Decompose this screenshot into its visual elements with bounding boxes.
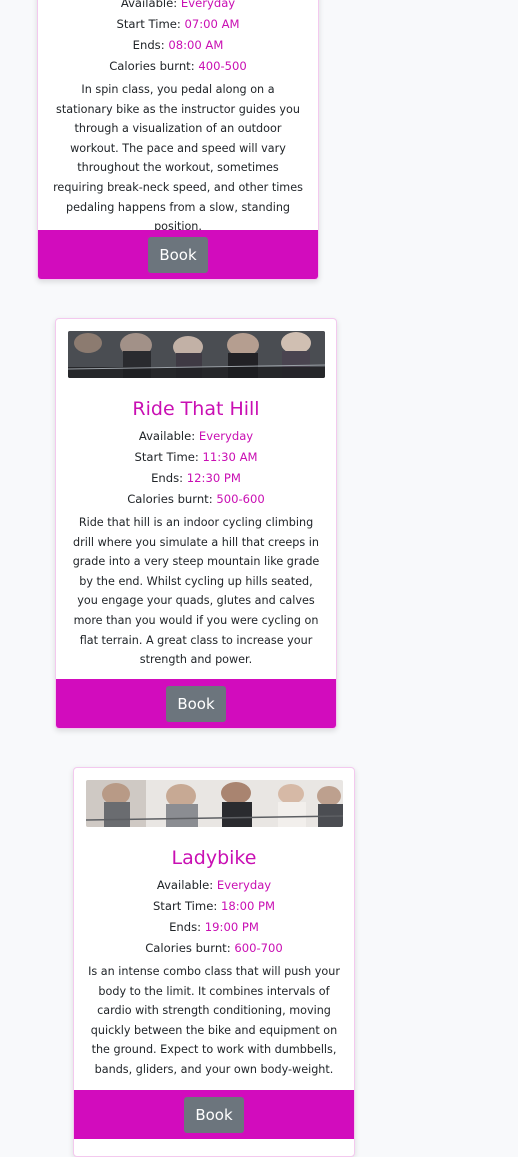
book-button[interactable]: Book [184,1096,244,1133]
class-description: Ride that hill is an indoor cycling clim… [72,516,320,667]
class-card-ladybike: Ladybike Available: Everyday Start Time:… [73,767,355,1157]
class-description: Is an intense combo class that will push… [88,965,340,1076]
class-card-ride-that-hill: Ride That Hill Available: Everyday Start… [55,318,337,729]
ends-line: Ends: 08:00 AM [132,38,224,52]
class-title: Ride That Hill [132,398,260,420]
start-time-line: Start Time: 11:30 AM [134,450,258,464]
book-button[interactable]: Book [148,236,208,273]
book-button[interactable]: Book [166,685,226,722]
available-line: Available: Everyday [120,0,236,10]
card-footer: Book [56,679,336,728]
class-card-spin: Available: Everyday Start Time: 07:00 AM… [37,0,319,280]
available-line: Available: Everyday [138,429,254,443]
class-title: Ladybike [171,847,257,869]
class-image [68,331,325,378]
ladybike-class-photo [86,780,343,827]
ends-line: Ends: 19:00 PM [169,920,259,934]
spin-class-photo [68,331,325,378]
class-description: In spin class, you pedal along on a stat… [53,83,303,234]
ends-line: Ends: 12:30 PM [151,471,241,485]
available-line: Available: Everyday [156,878,272,892]
start-time-line: Start Time: 07:00 AM [116,17,240,31]
card-footer: Book [38,230,318,279]
calories-line: Calories burnt: 600-700 [145,941,283,955]
calories-line: Calories burnt: 500-600 [127,492,265,506]
start-time-line: Start Time: 18:00 PM [152,899,276,913]
calories-line: Calories burnt: 400-500 [109,59,247,73]
class-image [86,780,343,827]
card-footer: Book [74,1090,354,1139]
